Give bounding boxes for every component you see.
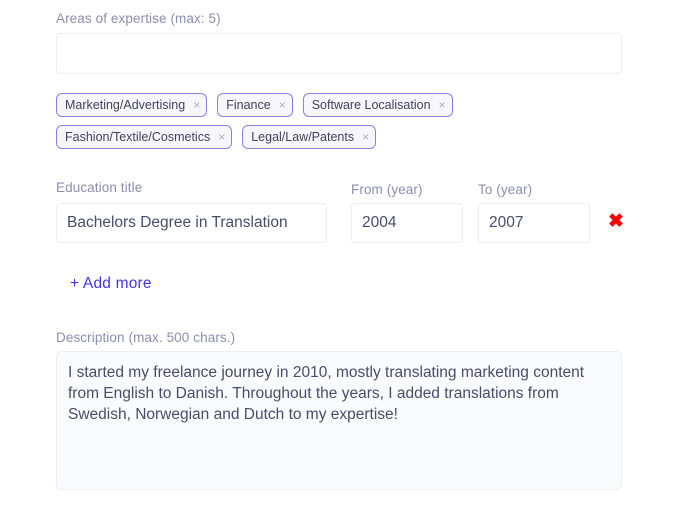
close-icon[interactable]: × (362, 131, 369, 143)
expertise-chip[interactable]: Marketing/Advertising × (56, 93, 208, 117)
areas-of-expertise-label: Areas of expertise (max: 5) (56, 11, 221, 26)
education-title-input[interactable] (56, 203, 327, 243)
education-to-year-input[interactable] (478, 203, 590, 243)
add-more-education-button[interactable]: + Add more (70, 275, 152, 293)
education-to-label: To (year) (478, 182, 533, 197)
education-title-label: Education title (56, 180, 143, 195)
description-label: Description (max. 500 chars.) (56, 330, 236, 345)
expertise-chip[interactable]: Fashion/Textile/Cosmetics × (56, 125, 233, 149)
areas-of-expertise-input[interactable] (56, 33, 622, 74)
close-icon[interactable]: × (218, 131, 225, 143)
expertise-chip-label: Fashion/Textile/Cosmetics (65, 129, 211, 144)
expertise-chip-label: Software Localisation (311, 97, 431, 112)
education-from-label: From (year) (351, 182, 423, 197)
education-from-year-input[interactable] (351, 203, 463, 243)
close-icon[interactable]: × (193, 99, 200, 111)
expertise-chip-label: Legal/Law/Patents (251, 129, 355, 144)
expertise-chip-label: Marketing/Advertising (65, 97, 186, 112)
delete-education-row-icon[interactable]: ✖ (605, 210, 627, 232)
profile-expertise-education-form: Areas of expertise (max: 5) Marketing/Ad… (0, 0, 688, 508)
expertise-chip-label: Finance (226, 97, 271, 112)
expertise-chip[interactable]: Software Localisation × (302, 93, 453, 117)
close-icon[interactable]: × (439, 99, 446, 111)
expertise-chip-list: Marketing/Advertising × Finance × Softwa… (56, 93, 636, 149)
expertise-chip[interactable]: Legal/Law/Patents × (242, 125, 377, 149)
close-icon[interactable]: × (279, 99, 286, 111)
description-textarea[interactable] (56, 351, 622, 490)
expertise-chip[interactable]: Finance × (217, 93, 293, 117)
